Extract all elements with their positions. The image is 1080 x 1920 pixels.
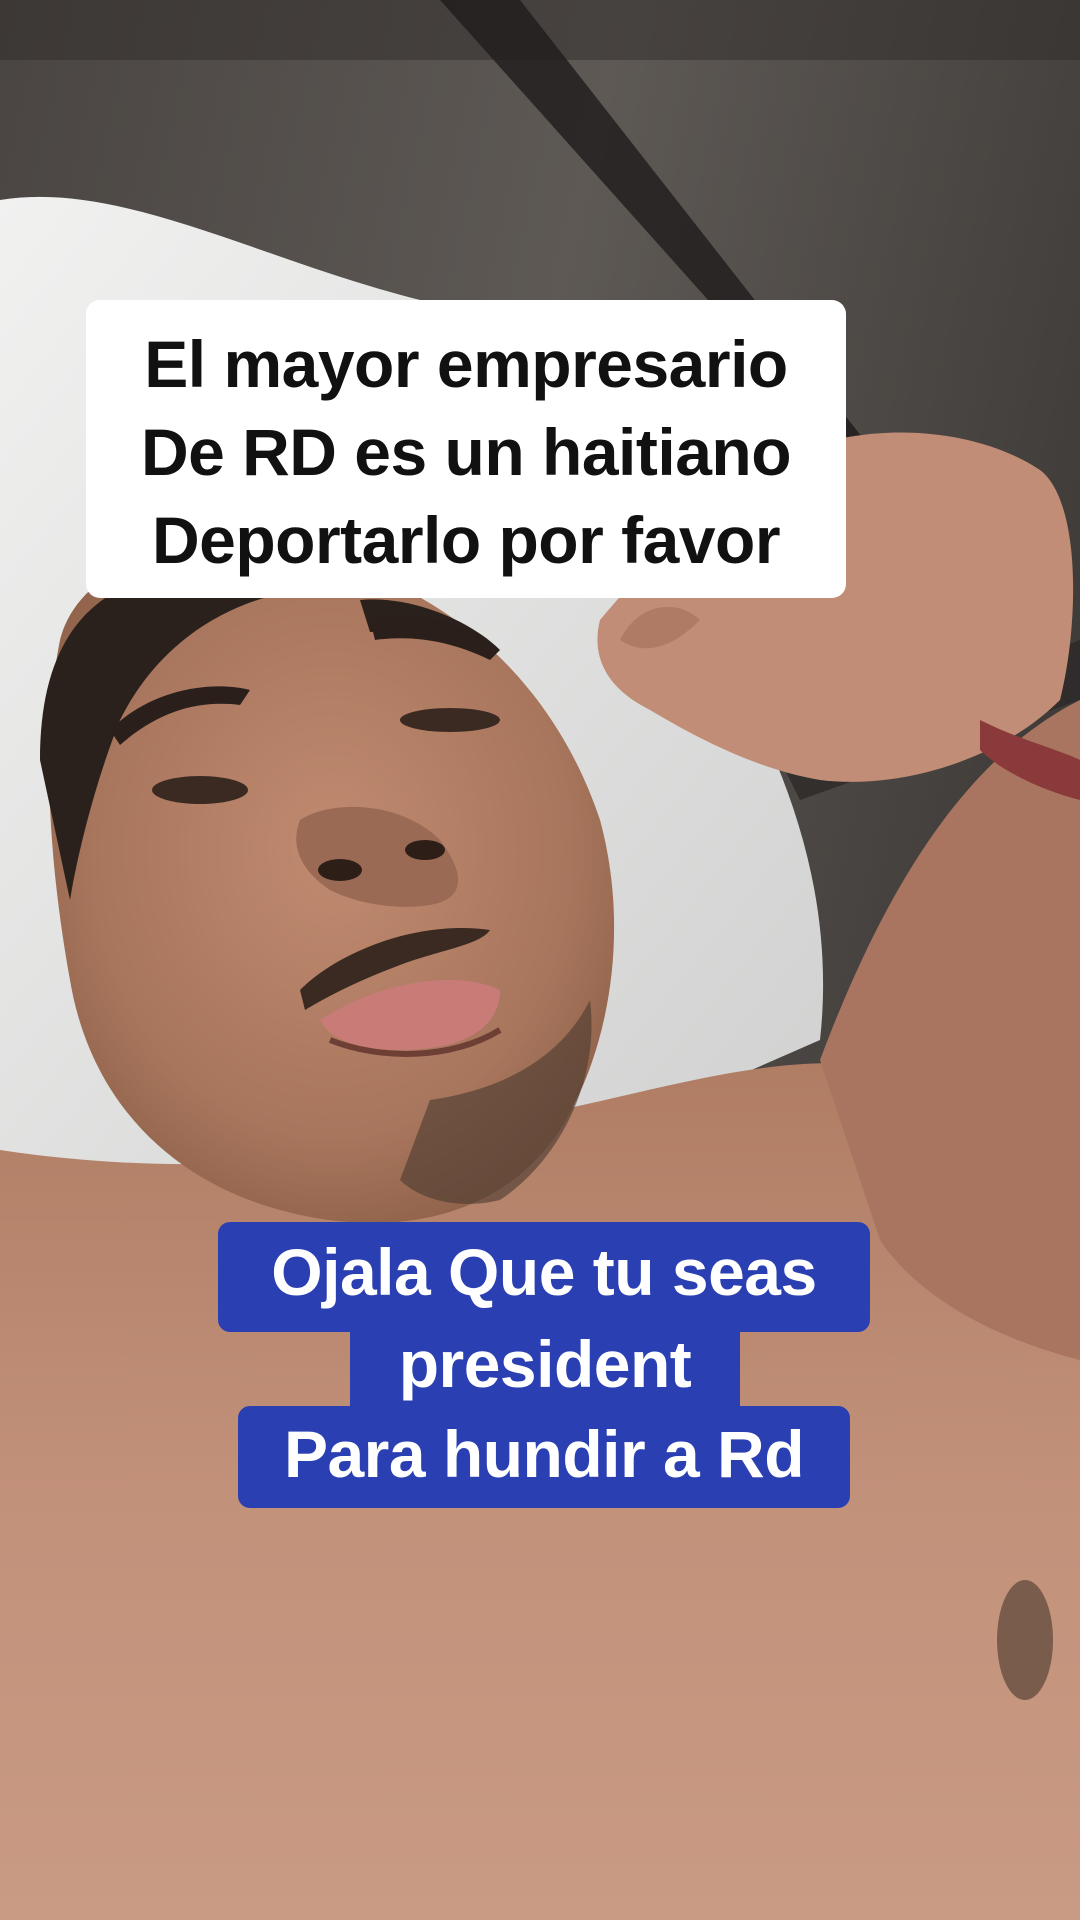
caption-bottom: Ojala Que tu seas president Para hundir … <box>0 1222 1080 1512</box>
caption-bottom-line-3: Para hundir a Rd <box>238 1406 850 1508</box>
caption-top-line-2: De RD es un haitiano <box>140 415 792 489</box>
caption-bottom-line-2: president <box>350 1318 740 1418</box>
caption-bottom-line-1: Ojala Que tu seas <box>218 1222 870 1332</box>
video-frame-image <box>0 0 1080 1920</box>
caption-top-line-1: El mayor empresario <box>144 327 788 401</box>
video-player[interactable]: El mayor empresario De RD es un haitiano… <box>0 0 1080 1920</box>
caption-top: El mayor empresario De RD es un haitiano… <box>86 300 846 598</box>
caption-top-line-3: Deportarlo por favor <box>151 503 781 577</box>
